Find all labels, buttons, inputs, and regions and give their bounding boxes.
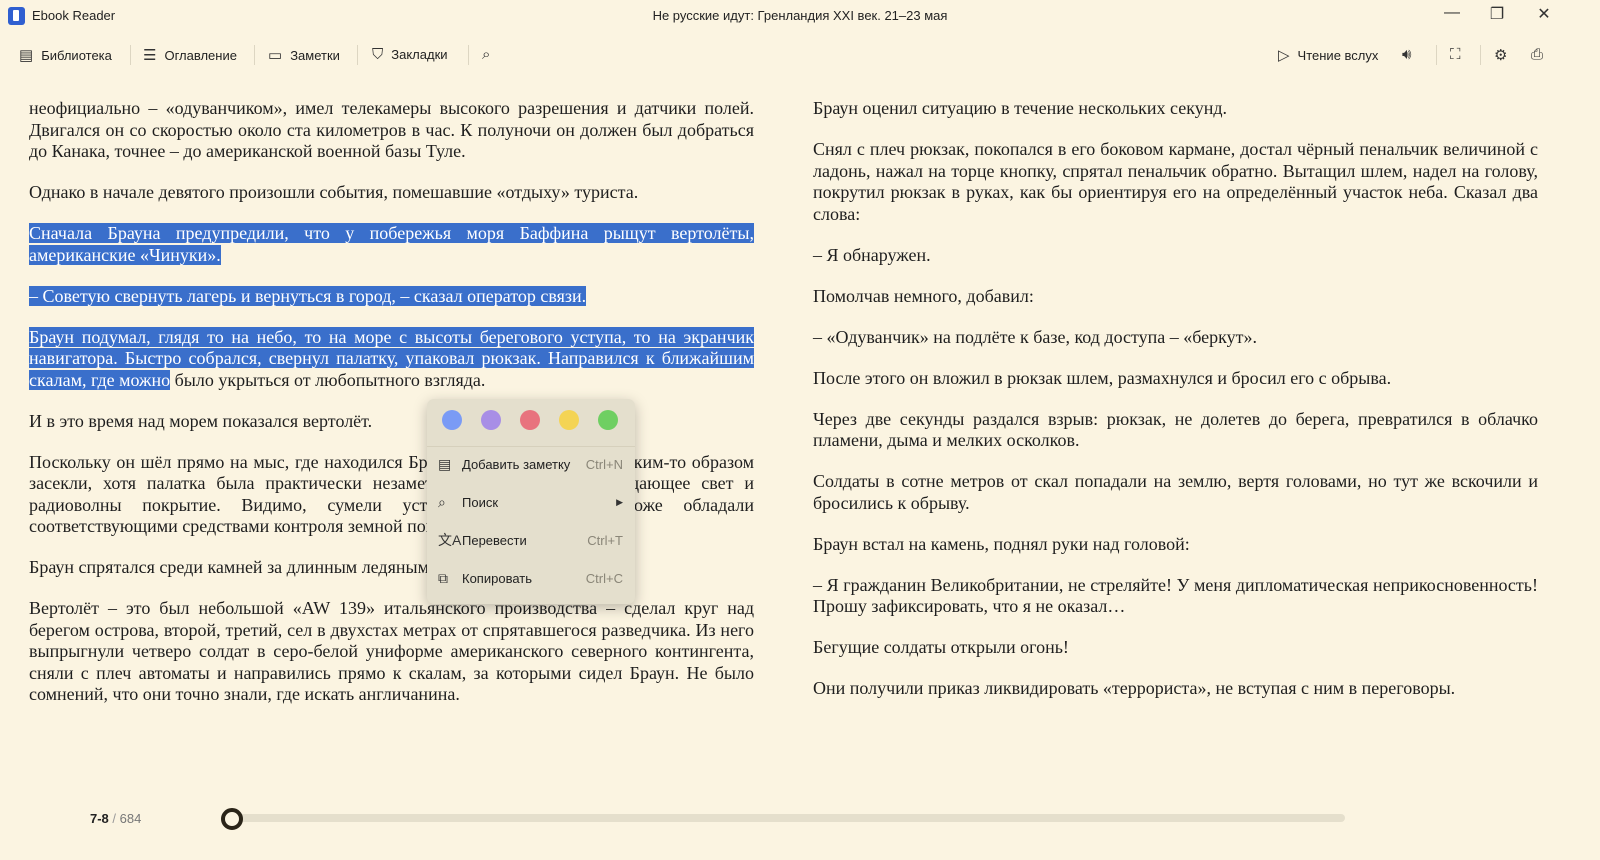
right-page: Браун оценил ситуацию в течение нескольк…: [813, 98, 1538, 719]
bookmarks-button[interactable]: ⛉ Закладки: [372, 46, 448, 63]
paragraph: – Я обнаружен.: [813, 244, 931, 265]
menu-item-translate[interactable]: 文A Перевести Ctrl+T: [427, 525, 635, 555]
highlight-purple[interactable]: [481, 410, 501, 430]
paragraph: неофициально – «одуванчиком», имел телек…: [29, 98, 754, 161]
highlight-blue[interactable]: [442, 410, 462, 430]
list-icon: ☰: [143, 47, 157, 64]
paragraph: Поскольку он шёл прямо на мыс, где наход…: [29, 451, 754, 537]
gear-icon: ⚙: [1494, 47, 1508, 64]
minimize-button[interactable]: —: [1432, 4, 1472, 28]
selected-text[interactable]: Сначала Брауна предупредили, что у побер…: [29, 223, 754, 265]
copy-icon: ⧉: [438, 569, 448, 586]
current-pages: 7-8: [90, 811, 109, 826]
divider: [254, 45, 255, 65]
fullscreen-icon: ⛶: [1450, 46, 1461, 63]
search-icon: ⌕: [438, 493, 446, 510]
note-icon: ▭: [268, 47, 283, 64]
menu-label: Поиск: [462, 494, 499, 510]
notes-button[interactable]: ▭ Заметки: [268, 46, 340, 64]
divider: [130, 45, 131, 65]
paragraph: Они получили приказ ликвидировать «терро…: [813, 678, 1456, 698]
note-icon: ▤: [438, 455, 452, 472]
paragraph: Сначала Брауна предупредили, что у побер…: [29, 223, 754, 266]
fullscreen-button[interactable]: ⛶: [1450, 46, 1461, 63]
menu-label: Копировать: [462, 570, 532, 586]
library-label: Библиотека: [41, 47, 112, 63]
read-aloud-label: Чтение вслух: [1297, 47, 1379, 63]
printer-icon: ⎙: [1531, 46, 1544, 63]
title-bar: Ebook Reader Не русские идут: Гренландия…: [0, 0, 1600, 32]
context-menu: ▤ Добавить заметку Ctrl+N ⌕ Поиск ▶ 文A Переве…: [427, 399, 635, 604]
divider: [468, 45, 469, 65]
paragraph: Снял с плеч рюкзак, покопался в его боко…: [813, 139, 1538, 224]
paragraph: – Я гражданин Великобритании, не стреляй…: [813, 574, 1538, 617]
paragraph: Бегущие солдаты открыли огонь!: [813, 637, 1069, 657]
paragraph: Браун оценил ситуацию в течение нескольк…: [813, 98, 1228, 118]
paragraph: Однако в начале девятого произошли событ…: [29, 182, 639, 202]
shortcut: Ctrl+N: [585, 456, 623, 472]
paragraph: Вертолёт – это был небольшой «AW 139» ит…: [29, 598, 754, 704]
page-separator: /: [112, 811, 117, 826]
library-button[interactable]: ▤ Библиотека: [19, 46, 112, 64]
menu-item-search[interactable]: ⌕ Поиск ▶: [427, 487, 635, 517]
menu-item-copy[interactable]: ⧉ Копировать Ctrl+C: [427, 563, 635, 593]
paragraph: Помолчав немного, добавил:: [813, 285, 1034, 306]
paragraph: Браун подумал, глядя то на небо, то на м…: [29, 326, 754, 392]
paragraph: Браун спрятался среди камней за длинным …: [29, 557, 502, 577]
volume-button[interactable]: 🔊︎: [1402, 46, 1411, 63]
paragraph: И в это время над морем показался вертол…: [29, 410, 373, 431]
menu-label: Добавить заметку: [462, 456, 571, 472]
maximize-button[interactable]: ❐: [1477, 4, 1517, 28]
progress-slider[interactable]: [232, 814, 1345, 822]
close-button[interactable]: ✕: [1524, 4, 1564, 28]
highlight-color-row: [427, 399, 635, 447]
divider: [357, 45, 358, 65]
divider: [1480, 45, 1481, 65]
menu-item-add-note[interactable]: ▤ Добавить заметку Ctrl+N: [427, 449, 635, 479]
highlight-yellow[interactable]: [559, 410, 579, 430]
paragraph: Солдаты в сотне метров от скал попадали …: [813, 471, 1538, 513]
left-page: неофициально – «одуванчиком», имел телек…: [29, 98, 754, 725]
page-indicator: 7-8 / 684: [90, 811, 141, 826]
paragraph: Браун встал на камень, поднял руки над г…: [813, 533, 1190, 554]
speaker-icon: 🔊︎: [1402, 46, 1412, 63]
book-title: Не русские идут: Гренландия XXI век. 21–…: [652, 8, 948, 23]
bookmark-icon: ⛉: [372, 46, 384, 63]
paragraph: – Советую свернуть лагерь и вернуться в …: [29, 285, 754, 308]
paragraph: – «Одуванчик» на подлёте к базе, код дос…: [813, 326, 1258, 347]
progress-slider-handle[interactable]: [221, 808, 243, 830]
paragraph: Через две секунды раздался взрыв: рюкзак…: [813, 408, 1538, 451]
notes-label: Заметки: [290, 47, 340, 63]
highlight-green[interactable]: [598, 410, 618, 430]
read-aloud-button[interactable]: ▷ Чтение вслух: [1278, 46, 1378, 64]
paragraph: После этого он вложил в рюкзак шлем, раз…: [813, 367, 1392, 388]
search-button[interactable]: ⌕: [482, 46, 490, 63]
book-icon: ▤: [19, 47, 34, 64]
contents-button[interactable]: ☰ Оглавление: [143, 46, 237, 64]
divider: [1436, 45, 1437, 65]
bookmarks-label: Закладки: [391, 47, 448, 62]
selected-text[interactable]: – Советую свернуть лагерь и вернуться в …: [29, 285, 587, 306]
play-icon: ▷: [1278, 47, 1290, 64]
print-button[interactable]: ⎙: [1531, 46, 1543, 63]
settings-button[interactable]: ⚙: [1494, 46, 1507, 64]
total-pages: 684: [119, 811, 142, 826]
menu-label: Перевести: [462, 532, 527, 548]
shortcut: Ctrl+T: [587, 532, 623, 548]
search-icon: ⌕: [482, 46, 491, 63]
contents-label: Оглавление: [164, 47, 237, 63]
submenu-arrow-icon: ▶: [616, 496, 623, 507]
shortcut: Ctrl+C: [585, 570, 623, 586]
toolbar: ▤ Библиотека ☰ Оглавление ▭ Заметки ⛉ Заклад…: [0, 40, 1600, 70]
translate-icon: 文A: [438, 532, 462, 548]
highlight-red[interactable]: [520, 410, 540, 430]
unselected-text: было укрыться от любопытного взгляда.: [170, 369, 486, 390]
